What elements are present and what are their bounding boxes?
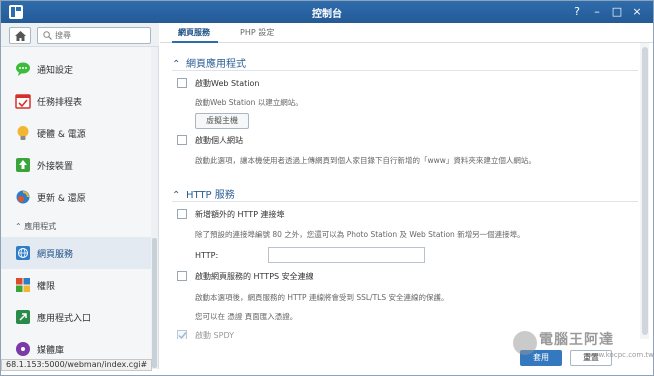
http-port-input[interactable] <box>268 247 425 263</box>
minimize-button[interactable]: – <box>589 4 605 20</box>
section-header-http[interactable]: ⌃ HTTP 服務 <box>172 186 235 201</box>
virtual-host-button[interactable]: 虛擬主機 <box>195 113 249 129</box>
certificate-hint: 您可以在 憑證 頁面匯入憑證。 <box>195 312 298 321</box>
tab-php-settings[interactable]: PHP 設定 <box>240 27 274 38</box>
watermark: 電腦王阿達 www.kocpc.com.tw <box>509 327 654 367</box>
section-divider <box>172 201 638 202</box>
permission-grid-icon <box>16 278 30 292</box>
section-divider <box>172 70 638 71</box>
sidebar-item-permissions[interactable]: 權限 <box>1 269 151 301</box>
media-library-icon <box>16 342 30 356</box>
sidebar-item-label: 網頁服務 <box>37 250 74 260</box>
lightbulb-icon <box>17 126 29 140</box>
tab-bar: 網頁服務 PHP 設定 <box>160 23 653 43</box>
watermark-url: www.kocpc.com.tw <box>587 351 654 359</box>
settings-content: ⌃ 網頁應用程式 啟動Web Station 啟動Web Station 以建立網… <box>160 43 640 369</box>
sidebar-scrollbar-thumb[interactable] <box>152 238 157 368</box>
chevron-up-icon: ⌃ <box>15 222 22 231</box>
close-button[interactable]: × <box>629 4 645 20</box>
watermark-text: 電腦王阿達 <box>539 332 614 348</box>
browser-status-url: 68.1.153:5000/webman/index.cgi# <box>1 359 153 371</box>
sidebar-item-notifications[interactable]: 通知設定 <box>1 53 151 85</box>
control-panel-window: 控制台 ? – □ × 搜尋 通知設定 任務排程表 硬體 & 電源 外接裝置 更… <box>0 0 654 376</box>
sidebar-item-label: 更新 & 還原 <box>37 194 86 204</box>
search-input[interactable] <box>55 29 147 42</box>
chevron-up-icon: ⌃ <box>172 59 181 70</box>
sidebar-item-label: 外接裝置 <box>37 162 74 172</box>
sidebar-item-application-portal[interactable]: 應用程式入口 <box>1 301 151 333</box>
sidebar-item-external-devices[interactable]: 外接裝置 <box>1 149 151 181</box>
sidebar-item-label: 硬體 & 電源 <box>37 130 86 140</box>
home-icon <box>15 31 26 41</box>
search-icon <box>43 31 52 40</box>
enable-web-station-label: 啟動Web Station <box>195 79 260 88</box>
content-scrollbar-thumb[interactable] <box>642 47 648 335</box>
chevron-up-icon: ⌃ <box>172 190 181 201</box>
sidebar-item-label: 通知設定 <box>37 66 74 76</box>
window-title: 控制台 <box>312 9 342 20</box>
home-button[interactable] <box>9 27 31 44</box>
extra-http-port-label: 新增額外的 HTTP 連接埠 <box>195 210 285 219</box>
upload-device-icon <box>16 158 30 172</box>
help-button[interactable]: ? <box>569 4 585 20</box>
sidebar-item-web-services[interactable]: 網頁服務 <box>1 237 151 269</box>
sidebar-group-label: 應用程式 <box>24 222 57 231</box>
sidebar-item-label: 應用程式入口 <box>37 314 92 324</box>
section-title: HTTP 服務 <box>186 190 235 201</box>
https-description: 啟動本選項後，網頁服務的 HTTP 連線將會受到 SSL/TLS 安全連線的保護… <box>195 293 449 302</box>
enable-https-label: 啟動網頁服務的 HTTPS 安全連線 <box>195 272 314 281</box>
tab-web-services[interactable]: 網頁服務 <box>178 27 210 38</box>
update-restore-icon <box>16 190 30 204</box>
title-bar: 控制台 ? – □ × <box>1 1 653 23</box>
enable-personal-site-label: 啟動個人網站 <box>195 136 243 145</box>
extra-http-port-checkbox[interactable] <box>177 209 187 219</box>
sidebar-toolbar <box>1 23 159 47</box>
maximize-button[interactable]: □ <box>609 4 625 20</box>
section-header-web-apps[interactable]: ⌃ 網頁應用程式 <box>172 55 246 70</box>
sidebar-item-label: 媒體庫 <box>37 346 65 356</box>
chat-bubble-icon <box>16 62 30 76</box>
main-panel: 網頁服務 PHP 設定 ⌃ 網頁應用程式 啟動Web Station 啟動Web … <box>160 23 653 369</box>
extra-http-port-description: 除了預設的連接埠編號 80 之外，您還可以為 Photo Station 及 W… <box>195 230 525 239</box>
watermark-logo-icon <box>513 331 537 355</box>
web-globe-icon <box>16 246 30 260</box>
search-box[interactable] <box>37 27 151 44</box>
sidebar-item-task-scheduler[interactable]: 任務排程表 <box>1 85 151 117</box>
personal-site-description: 啟動此選項，讓本機使用者透過上傳網頁到個人家目錄下自行新增的「www」資料夾來建… <box>195 156 536 165</box>
sidebar-item-hardware-power[interactable]: 硬體 & 電源 <box>1 117 151 149</box>
calendar-check-icon <box>15 94 31 109</box>
enable-personal-site-checkbox[interactable] <box>177 135 187 145</box>
sidebar: 通知設定 任務排程表 硬體 & 電源 外接裝置 <box>1 23 159 369</box>
section-title: 網頁應用程式 <box>186 59 246 70</box>
enable-web-station-checkbox[interactable] <box>177 78 187 88</box>
enable-web-station-description: 啟動Web Station 以建立網站。 <box>195 98 303 107</box>
app-portal-icon <box>16 310 30 324</box>
sidebar-item-label: 權限 <box>37 282 56 292</box>
http-port-field-label: HTTP: <box>195 251 219 260</box>
sidebar-group-header[interactable]: ⌃ 應用程式 <box>15 221 56 232</box>
enable-https-checkbox[interactable] <box>177 271 187 281</box>
sidebar-item-label: 任務排程表 <box>37 98 83 108</box>
sidebar-item-update-restore[interactable]: 更新 & 還原 <box>1 181 151 213</box>
